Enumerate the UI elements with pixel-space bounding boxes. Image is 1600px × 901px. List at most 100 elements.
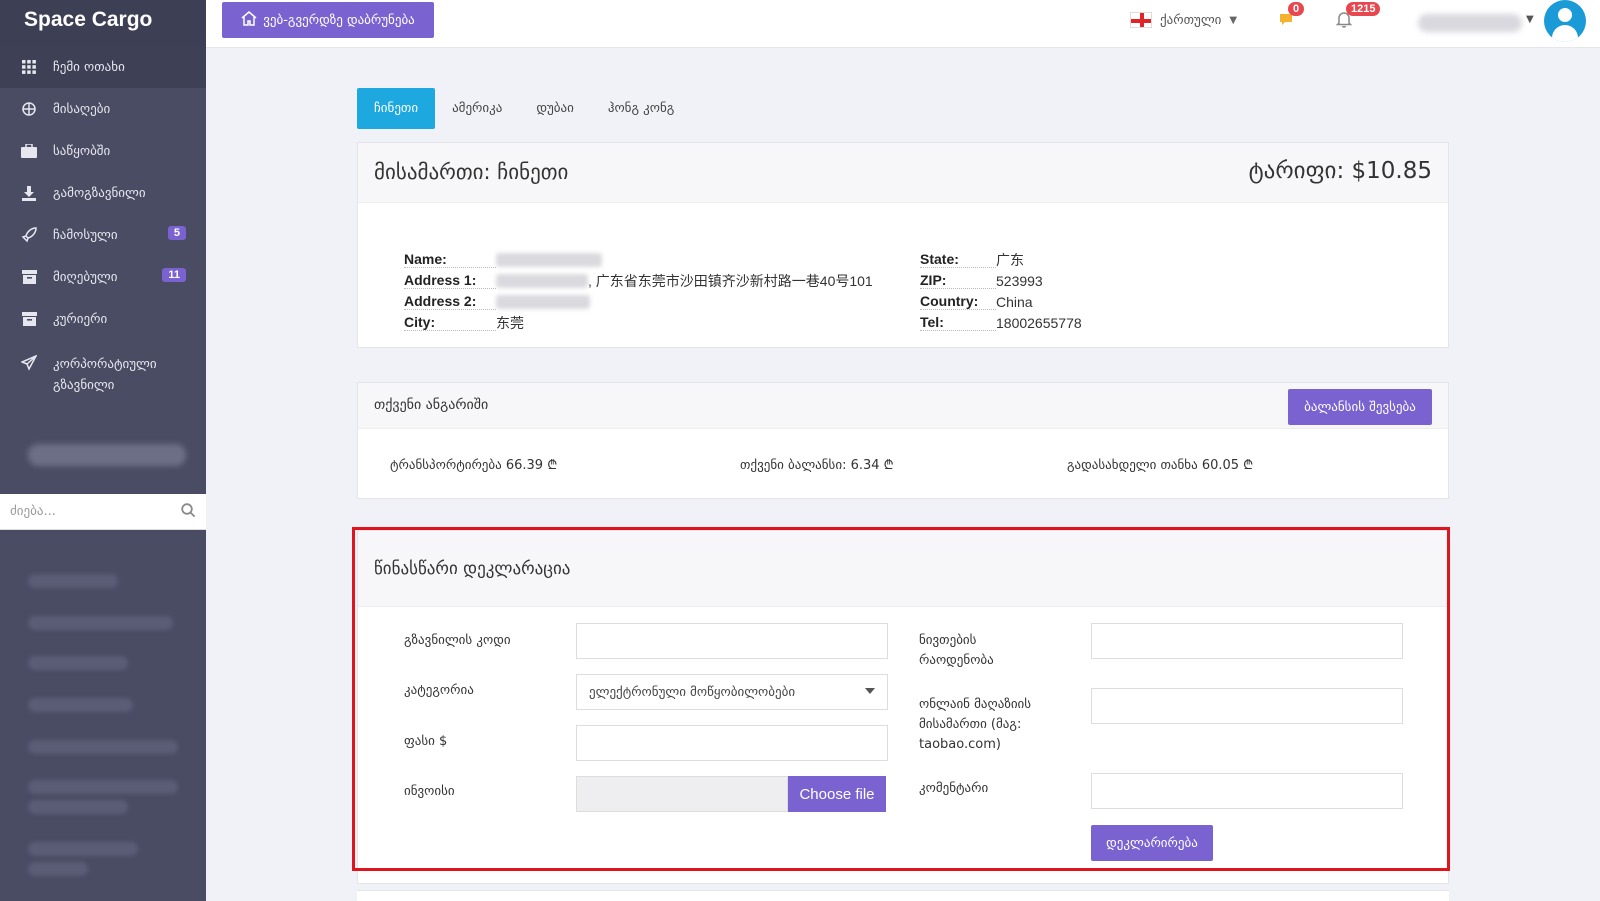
- next-card-edge: [357, 890, 1449, 901]
- blurred-item: [28, 698, 133, 712]
- address-key: Address 2:: [404, 293, 496, 310]
- tel-value[interactable]: 18002655778: [996, 315, 1082, 331]
- address-key: Address 1:: [404, 272, 496, 289]
- tracking-code-input[interactable]: [576, 623, 888, 659]
- sidebar-item-label: კორპორატიული გზავნილი: [53, 357, 157, 393]
- tab-usa[interactable]: ამერიკა: [435, 88, 519, 129]
- address-redacted: [496, 273, 588, 288]
- blurred-item: [28, 740, 178, 754]
- blurred-item: [28, 574, 118, 588]
- language-selector[interactable]: ქართული ▼: [1130, 12, 1237, 28]
- comment-label: კომენტარი: [919, 781, 989, 796]
- tab-hong-kong[interactable]: ჰონგ კონგ: [591, 88, 692, 129]
- tab-china[interactable]: ჩინეთი: [357, 88, 436, 129]
- home-button-label: ვებ-გვერდზე დაბრუნება: [263, 12, 415, 28]
- invoice-file-input: Choose file: [576, 776, 886, 812]
- blurred-item: [28, 780, 178, 794]
- address-key: Tel:: [920, 314, 996, 331]
- sidebar-nav: ჩემი ოთახი მისაღები საწყობში გამოგზავნილ…: [0, 46, 206, 402]
- comment-input[interactable]: [1091, 773, 1403, 809]
- address-row: State: 广东: [920, 249, 1082, 270]
- sidebar-item-sent[interactable]: გამოგზავნილი: [0, 172, 206, 214]
- chevron-down-icon: ▼: [1229, 14, 1238, 26]
- address-right-column: State: 广东 ZIP: 523993 Country: China Tel…: [920, 249, 1082, 333]
- address-row: ZIP: 523993: [920, 270, 1082, 291]
- category-label: კატეგორია: [404, 683, 474, 698]
- caret-down-icon: [865, 688, 875, 694]
- chevron-down-icon[interactable]: ▼: [1526, 14, 1534, 25]
- country-value[interactable]: China: [996, 294, 1033, 310]
- top-up-balance-button[interactable]: ბალანსის შევსება: [1288, 389, 1432, 425]
- notifications-badge: 1215: [1346, 2, 1381, 16]
- sidebar-item-label: საწყობში: [53, 143, 111, 159]
- sidebar-item-label: მისაღები: [53, 101, 111, 117]
- sidebar-item-label: გამოგზავნილი: [53, 185, 146, 201]
- transport-cost: ტრანსპორტირება 66.39 ₾: [390, 458, 558, 473]
- name-redacted: [496, 252, 602, 267]
- address-key: ZIP:: [920, 272, 996, 289]
- address-title: მისამართი: ჩინეთი: [374, 160, 569, 184]
- address-2-redacted: [496, 294, 590, 309]
- blurred-item: [28, 842, 138, 856]
- shop-url-input[interactable]: [1091, 688, 1403, 724]
- blurred-item: [28, 800, 128, 814]
- choose-file-button[interactable]: Choose file: [788, 776, 886, 812]
- georgia-flag-icon: [1130, 12, 1152, 28]
- price-input[interactable]: [576, 725, 888, 761]
- address-row: City: 东莞: [404, 312, 873, 333]
- messages-button[interactable]: 0: [1278, 2, 1305, 31]
- messages-badge: 0: [1288, 2, 1305, 16]
- declare-button[interactable]: დეკლარირება: [1091, 825, 1213, 861]
- avatar[interactable]: [1544, 0, 1586, 42]
- sidebar-item-arrived[interactable]: ჩამოსული 5: [0, 214, 206, 256]
- count-badge: 11: [162, 268, 186, 282]
- sidebar-item-corporate[interactable]: კორპორატიული გზავნილი: [0, 340, 206, 402]
- download-icon: [20, 184, 38, 202]
- balance-value: თქვენი ბალანსი: 6.34 ₾: [740, 458, 894, 473]
- sidebar-item-received[interactable]: მიღებული 11: [0, 256, 206, 298]
- address-card-header: მისამართი: ჩინეთი ტარიფი: $10.85: [358, 143, 1448, 203]
- item-quantity-input[interactable]: [1091, 623, 1403, 659]
- search-icon[interactable]: [181, 503, 196, 522]
- sidebar-item-my-room[interactable]: ჩემი ოთახი: [0, 46, 206, 88]
- blurred-item: [28, 862, 88, 876]
- declaration-card: წინასწარი დეკლარაცია გზავნილის კოდი კატე…: [357, 530, 1449, 884]
- bell-icon: [1335, 12, 1353, 32]
- archive-icon: [20, 310, 38, 328]
- back-to-website-button[interactable]: ვებ-გვერდზე დაბრუნება: [222, 2, 434, 38]
- file-name-display[interactable]: [576, 776, 788, 812]
- state-value[interactable]: 广东: [996, 250, 1024, 270]
- sidebar-search: [0, 494, 206, 530]
- brand-logo[interactable]: Space Cargo: [0, 0, 206, 46]
- sidebar-item-warehouse[interactable]: საწყობში: [0, 130, 206, 172]
- sidebar: Space Cargo ჩემი ოთახი მისაღები საწყობში…: [0, 0, 206, 901]
- top-bar: ვებ-გვერდზე დაბრუნება ქართული ▼ 0 1215 ▼: [206, 0, 1600, 48]
- address-row: Address 1: , 广东省东莞市沙田镇齐沙新村路一巷40号101: [404, 270, 873, 291]
- address-card: მისამართი: ჩინეთი ტარიფი: $10.85 Name: A…: [357, 142, 1449, 348]
- notifications-button[interactable]: 1215: [1335, 2, 1381, 32]
- tracking-code-label: გზავნილის კოდი: [404, 633, 511, 648]
- briefcase-icon: [20, 142, 38, 160]
- search-input[interactable]: [0, 504, 170, 519]
- user-name-redacted[interactable]: [1418, 14, 1522, 32]
- sidebar-item-label: ჩემი ოთახი: [53, 59, 125, 75]
- sidebar-item-incoming[interactable]: მისაღები: [0, 88, 206, 130]
- address-row: Address 2:: [404, 291, 873, 312]
- tariff-label: ტარიფი: $10.85: [1248, 158, 1432, 184]
- address-key: City:: [404, 314, 496, 331]
- category-selected-value: ელექტრონული მოწყობილობები: [589, 684, 796, 700]
- city-value[interactable]: 东莞: [496, 313, 524, 333]
- sidebar-item-courier[interactable]: კურიერი: [0, 298, 206, 340]
- address-1-value[interactable]: , 广东省东莞市沙田镇齐沙新村路一巷40号101: [588, 271, 873, 291]
- address-key: Name:: [404, 251, 496, 268]
- category-select[interactable]: ელექტრონული მოწყობილობები: [576, 674, 888, 710]
- language-label: ქართული: [1160, 12, 1222, 28]
- address-left-column: Name: Address 1: , 广东省东莞市沙田镇齐沙新村路一巷40号10…: [404, 249, 873, 333]
- tab-dubai[interactable]: დუბაი: [519, 88, 590, 129]
- zip-value[interactable]: 523993: [996, 273, 1043, 289]
- declaration-title: წინასწარი დეკლარაცია: [374, 559, 571, 579]
- address-row: Name:: [404, 249, 873, 270]
- home-icon: [241, 10, 257, 30]
- rocket-icon: [20, 226, 38, 244]
- cube-stack-icon: [20, 100, 38, 118]
